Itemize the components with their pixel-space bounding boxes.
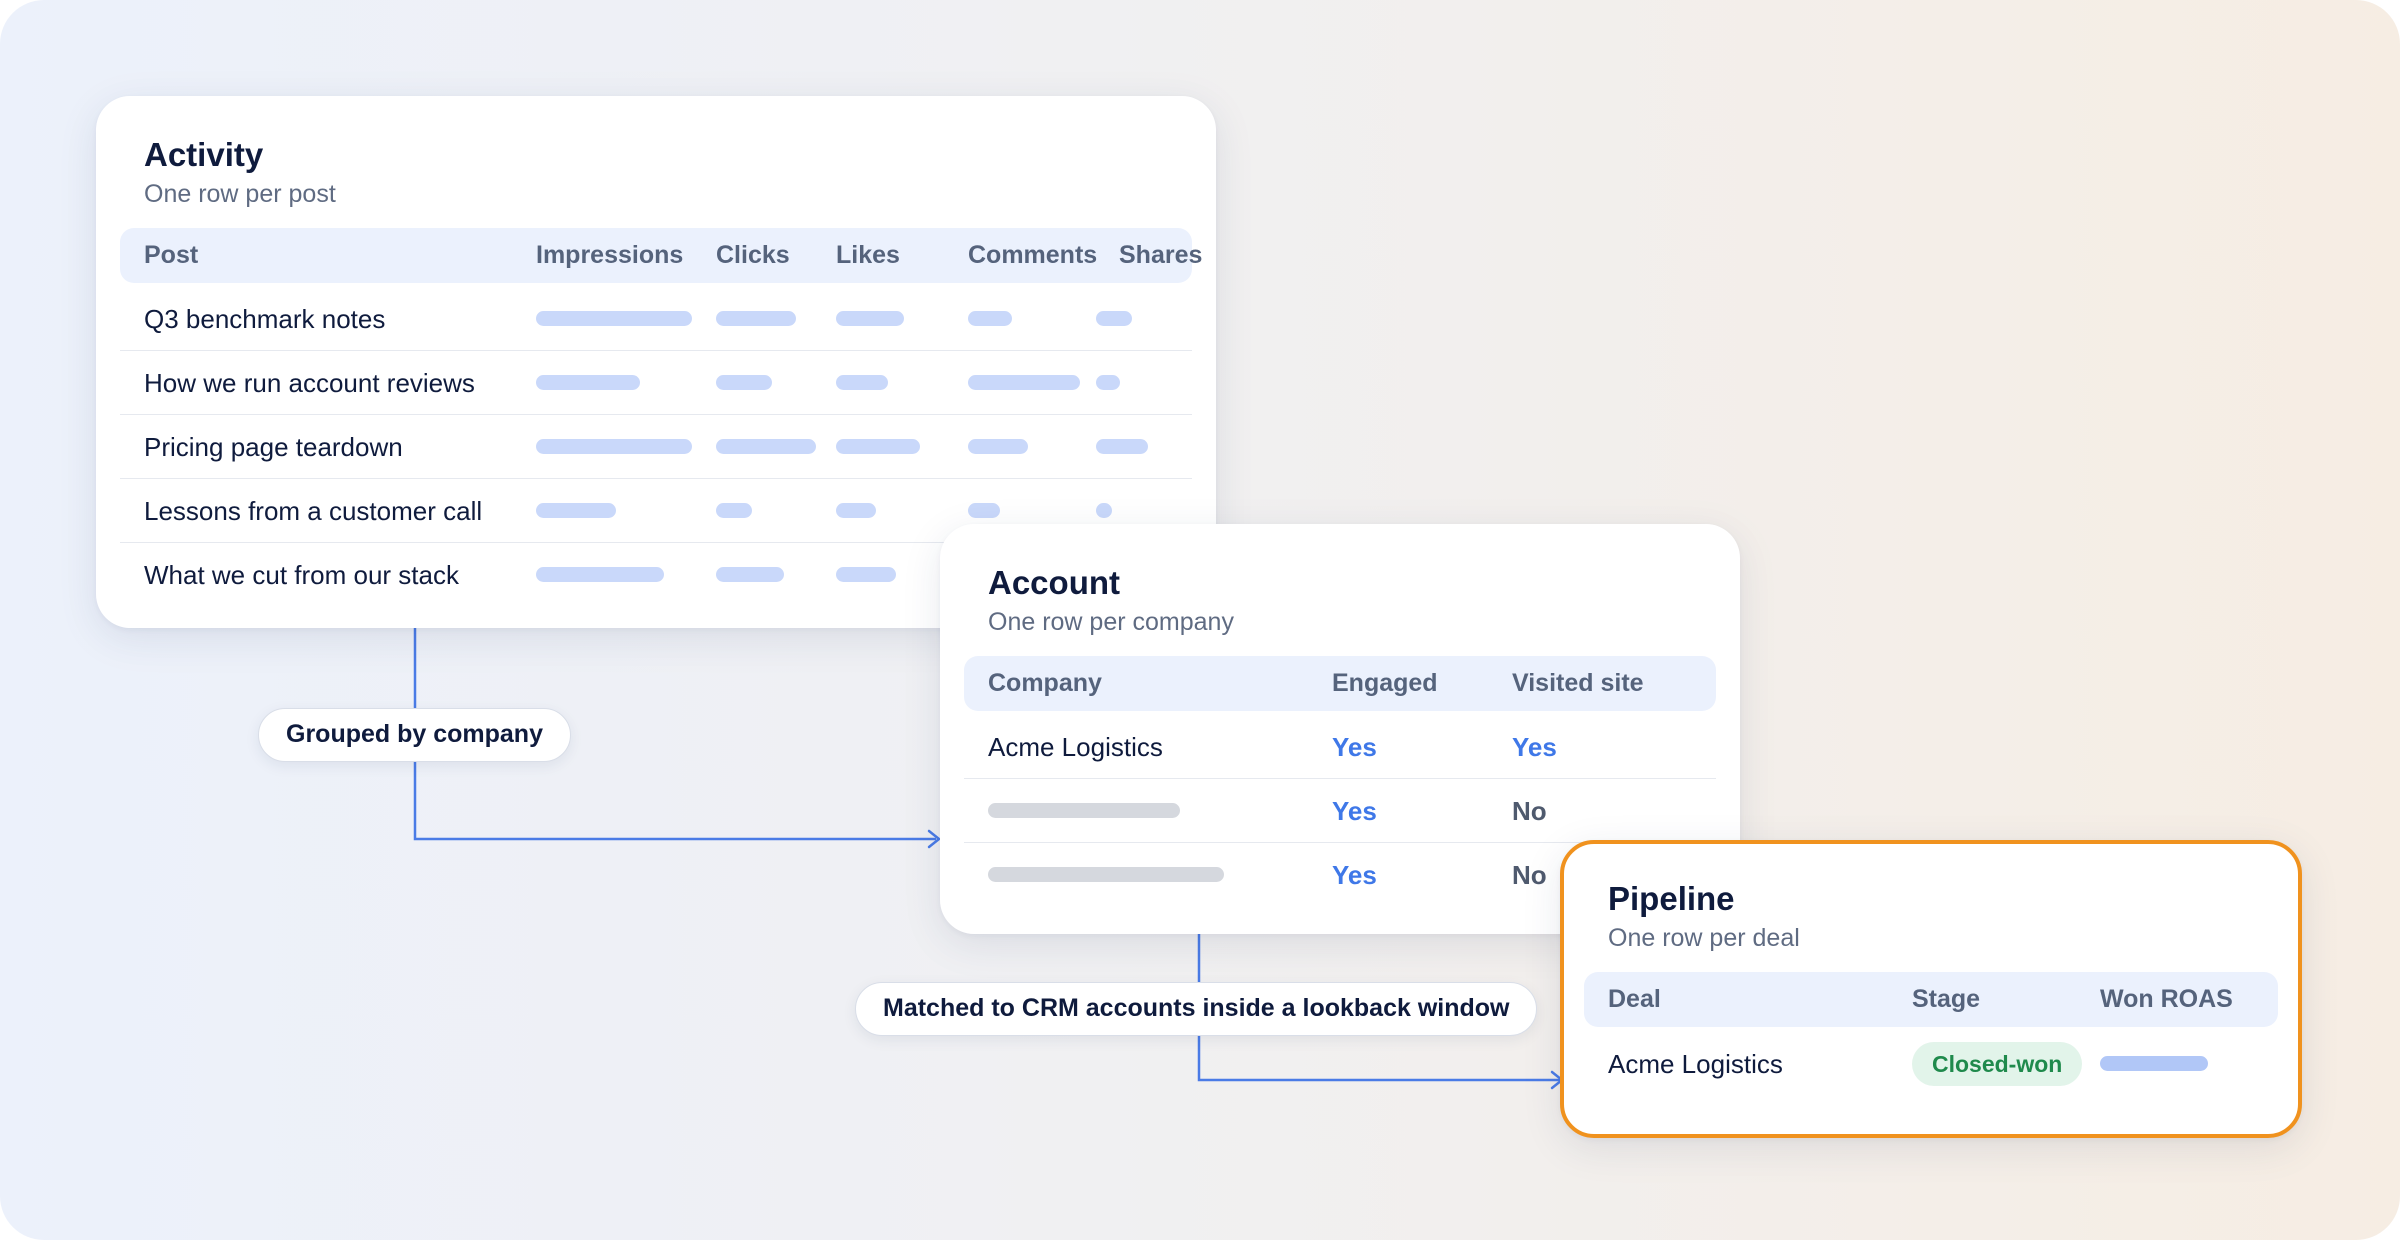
- activity-table-header: Post Impressions Clicks Likes Comments S…: [120, 228, 1202, 283]
- clicks-bar: [716, 439, 816, 454]
- company-placeholder-bar: [988, 803, 1180, 818]
- table-row: Pricing page teardown: [120, 415, 1192, 479]
- column-header-clicks: Clicks: [716, 241, 790, 269]
- post-title: Lessons from a customer call: [144, 496, 483, 526]
- table-row: Acme Logistics Closed-won: [1584, 1032, 2278, 1096]
- column-header-visited-site: Visited site: [1512, 669, 1644, 697]
- column-header-stage: Stage: [1912, 985, 1981, 1013]
- likes-bar: [836, 567, 896, 582]
- account-title: Account: [988, 564, 1120, 601]
- comments-bar: [968, 503, 1000, 518]
- company-placeholder-bar: [988, 867, 1224, 882]
- clicks-bar: [716, 567, 784, 582]
- matched-crm-accounts-label: Matched to CRM accounts inside a lookbac…: [855, 982, 1538, 1036]
- pipeline-table-header: Deal Stage Won ROAS: [1584, 972, 2278, 1027]
- engaged-value: Yes: [1332, 860, 1377, 890]
- company-name: Acme Logistics: [988, 732, 1163, 762]
- shares-bar: [1096, 311, 1132, 326]
- table-row: Q3 benchmark notes: [120, 287, 1192, 351]
- deal-name: Acme Logistics: [1608, 1049, 1783, 1079]
- column-header-engaged: Engaged: [1332, 669, 1438, 697]
- likes-bar: [836, 375, 888, 390]
- post-title: Q3 benchmark notes: [144, 304, 386, 334]
- column-header-won-roas: Won ROAS: [2100, 985, 2233, 1013]
- visited-value: Yes: [1512, 732, 1557, 762]
- stage-badge: Closed-won: [1912, 1042, 2083, 1086]
- visited-value: No: [1512, 860, 1547, 890]
- clicks-bar: [716, 503, 752, 518]
- table-row: Yes No: [964, 779, 1716, 843]
- impressions-bar: [536, 311, 692, 326]
- activity-title: Activity: [144, 136, 264, 173]
- pipeline-subtitle: One row per deal: [1608, 924, 1800, 952]
- likes-bar: [836, 439, 920, 454]
- table-row: Acme Logistics Yes Yes: [964, 715, 1716, 779]
- column-header-post: Post: [144, 241, 199, 269]
- column-header-comments: Comments: [968, 241, 1098, 269]
- account-subtitle: One row per company: [988, 608, 1234, 636]
- likes-bar: [836, 311, 904, 326]
- comments-bar: [968, 311, 1012, 326]
- account-table-header: Company Engaged Visited site: [964, 656, 1716, 711]
- engaged-value: Yes: [1332, 796, 1377, 826]
- column-header-likes: Likes: [836, 241, 900, 269]
- clicks-bar: [716, 375, 772, 390]
- pipeline-card: Pipeline One row per deal Deal Stage Won…: [1560, 840, 2302, 1138]
- column-header-shares: Shares: [1119, 241, 1203, 269]
- likes-bar: [836, 503, 876, 518]
- post-title: What we cut from our stack: [144, 560, 459, 590]
- impressions-bar: [536, 567, 664, 582]
- activity-subtitle: One row per post: [144, 180, 336, 208]
- impressions-bar: [536, 439, 692, 454]
- pipeline-title: Pipeline: [1608, 880, 1735, 917]
- shares-bar: [1096, 503, 1112, 518]
- column-header-company: Company: [988, 669, 1102, 697]
- shares-bar: [1096, 439, 1148, 454]
- column-header-deal: Deal: [1608, 985, 1661, 1013]
- post-title: How we run account reviews: [144, 368, 475, 398]
- engaged-value: Yes: [1332, 732, 1377, 762]
- visited-value: No: [1512, 796, 1547, 826]
- post-title: Pricing page teardown: [144, 432, 403, 462]
- table-row: How we run account reviews: [120, 351, 1192, 415]
- column-header-impressions: Impressions: [536, 241, 684, 269]
- won-roas-bar: [2100, 1056, 2208, 1071]
- impressions-bar: [536, 503, 616, 518]
- diagram-canvas: Activity One row per post Post Impressio…: [0, 0, 2400, 1240]
- comments-bar: [968, 439, 1028, 454]
- shares-bar: [1096, 375, 1120, 390]
- clicks-bar: [716, 311, 796, 326]
- grouped-by-company-label: Grouped by company: [258, 708, 571, 762]
- impressions-bar: [536, 375, 640, 390]
- comments-bar: [968, 375, 1080, 390]
